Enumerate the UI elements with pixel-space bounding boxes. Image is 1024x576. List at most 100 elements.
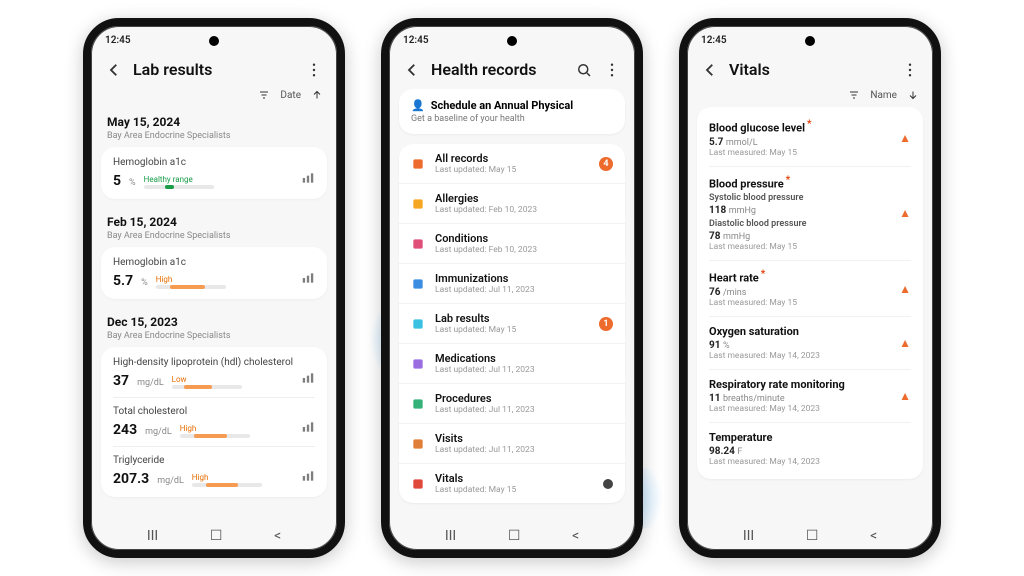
phone-vitals: 12:45 Vitals Name Blood glucose level*5.… bbox=[679, 18, 941, 558]
chart-icon[interactable] bbox=[297, 270, 315, 289]
nav-home-icon[interactable]: ☐ bbox=[210, 528, 223, 544]
status-time: 12:45 bbox=[701, 35, 727, 46]
record-name: Medications bbox=[435, 352, 613, 365]
back-icon[interactable] bbox=[403, 61, 421, 79]
more-icon[interactable] bbox=[603, 61, 621, 79]
sort-arrow-icon[interactable] bbox=[311, 89, 323, 101]
promo-card[interactable]: 👤Schedule an Annual Physical Get a basel… bbox=[399, 89, 625, 134]
record-item-all-records[interactable]: All recordsLast updated: May 154 bbox=[399, 144, 625, 184]
record-item-medications[interactable]: MedicationsLast updated: Jul 11, 2023 bbox=[399, 344, 625, 384]
record-name: Conditions bbox=[435, 232, 613, 245]
vital-heart-rate[interactable]: Heart rate*76 /minsLast measured: May 15… bbox=[709, 261, 911, 317]
record-item-immunizations[interactable]: ImmunizationsLast updated: Jul 11, 2023 bbox=[399, 264, 625, 304]
vital-respiratory-rate-monitoring[interactable]: Respiratory rate monitoring11 breaths/mi… bbox=[709, 370, 911, 423]
record-date: Last updated: May 15 bbox=[435, 325, 589, 335]
nav-home-icon[interactable]: ☐ bbox=[508, 528, 521, 544]
record-name: Allergies bbox=[435, 192, 613, 205]
more-icon[interactable] bbox=[305, 61, 323, 79]
record-badge: 4 bbox=[599, 157, 613, 171]
camera-hole bbox=[507, 36, 517, 46]
star-icon: * bbox=[786, 175, 791, 186]
warning-icon: ▲ bbox=[899, 131, 911, 145]
record-item-lab-results[interactable]: Lab resultsLast updated: May 151 bbox=[399, 304, 625, 344]
chart-icon[interactable] bbox=[297, 370, 315, 389]
header: Vitals bbox=[687, 54, 933, 89]
range-label: High bbox=[192, 473, 209, 482]
back-icon[interactable] bbox=[701, 61, 719, 79]
range-label: High bbox=[180, 424, 197, 433]
chart-icon[interactable] bbox=[297, 170, 315, 189]
vital-date: Last measured: May 14, 2023 bbox=[709, 404, 911, 414]
warning-icon: ▲ bbox=[899, 206, 911, 220]
sort-label[interactable]: Date bbox=[280, 90, 301, 101]
metric-value: 243 bbox=[113, 422, 137, 438]
lab-card[interactable]: Hemoglobin a1c5%Healthy range bbox=[101, 147, 327, 199]
back-icon[interactable] bbox=[105, 61, 123, 79]
record-name: Immunizations bbox=[435, 272, 613, 285]
record-item-vitals[interactable]: VitalsLast updated: May 15 bbox=[399, 464, 625, 503]
vitals-card: Blood glucose level*5.7 mmol/LLast measu… bbox=[697, 107, 923, 479]
vital-temperature[interactable]: Temperature98.24 FLast measured: May 14,… bbox=[709, 423, 911, 475]
vital-blood-pressure[interactable]: Blood pressure*Systolic blood pressure11… bbox=[709, 167, 911, 262]
page-title: Health records bbox=[431, 60, 565, 79]
record-icon bbox=[411, 277, 425, 291]
vital-oxygen-saturation[interactable]: Oxygen saturation91 %Last measured: May … bbox=[709, 317, 911, 370]
sort-row: Date bbox=[91, 89, 337, 107]
nav-recents-icon[interactable]: III bbox=[743, 528, 754, 544]
vital-value: 98.24 F bbox=[709, 446, 911, 457]
sort-label[interactable]: Name bbox=[870, 90, 897, 101]
record-icon bbox=[411, 317, 425, 331]
vital-date: Last measured: May 15 bbox=[709, 298, 911, 308]
lab-card[interactable]: Hemoglobin a1c5.7%High bbox=[101, 247, 327, 299]
filter-icon[interactable] bbox=[258, 89, 270, 101]
record-name: Vitals bbox=[435, 472, 593, 485]
record-dot bbox=[603, 479, 613, 489]
range-bar: High bbox=[156, 275, 289, 289]
lab-card[interactable]: High-density lipoprotein (hdl) cholester… bbox=[101, 347, 327, 497]
vital-blood-glucose-level[interactable]: Blood glucose level*5.7 mmol/LLast measu… bbox=[709, 111, 911, 167]
header: Health records bbox=[389, 54, 635, 89]
nav-home-icon[interactable]: ☐ bbox=[806, 528, 819, 544]
metric-unit: mg/dL bbox=[137, 378, 164, 388]
record-item-visits[interactable]: VisitsLast updated: Jul 11, 2023 bbox=[399, 424, 625, 464]
record-date: Last updated: Jul 11, 2023 bbox=[435, 445, 613, 455]
lab-body: May 15, 2024Bay Area Endocrine Specialis… bbox=[91, 107, 337, 511]
more-icon[interactable] bbox=[901, 61, 919, 79]
record-icon bbox=[411, 477, 425, 491]
search-icon[interactable] bbox=[575, 61, 593, 79]
record-name: Lab results bbox=[435, 312, 589, 325]
chart-icon[interactable] bbox=[297, 419, 315, 438]
vital-subline-label: Systolic blood pressure bbox=[709, 193, 911, 203]
sort-arrow-icon[interactable] bbox=[907, 89, 919, 101]
vital-name: Heart rate* bbox=[709, 269, 911, 285]
nav-back-icon[interactable]: < bbox=[870, 528, 877, 544]
phone-health-records: 12:45 Health records 👤Schedule an Annual… bbox=[381, 18, 643, 558]
page-title: Lab results bbox=[133, 60, 295, 79]
warning-icon: ▲ bbox=[899, 336, 911, 350]
record-item-procedures[interactable]: ProceduresLast updated: Jul 11, 2023 bbox=[399, 384, 625, 424]
record-date: Last updated: Jul 11, 2023 bbox=[435, 405, 613, 415]
nav-back-icon[interactable]: < bbox=[274, 528, 281, 544]
record-icon bbox=[411, 357, 425, 371]
metric-value: 5 bbox=[113, 173, 121, 189]
nav-recents-icon[interactable]: III bbox=[445, 528, 456, 544]
chart-icon[interactable] bbox=[297, 468, 315, 487]
record-name: Procedures bbox=[435, 392, 613, 405]
metric-unit: mg/dL bbox=[157, 476, 184, 486]
record-item-allergies[interactable]: AllergiesLast updated: Feb 10, 2023 bbox=[399, 184, 625, 224]
nav-bar: III ☐ < bbox=[91, 522, 337, 550]
vital-subline-value: 118 mmHg bbox=[709, 205, 911, 216]
record-item-conditions[interactable]: ConditionsLast updated: Feb 10, 2023 bbox=[399, 224, 625, 264]
vital-subline-label: Diastolic blood pressure bbox=[709, 219, 911, 229]
group-date: Feb 15, 2024 bbox=[101, 207, 327, 231]
metric-name: High-density lipoprotein (hdl) cholester… bbox=[113, 357, 315, 368]
metric-unit: % bbox=[141, 278, 148, 288]
metric-value: 5.7 bbox=[113, 273, 133, 289]
record-icon bbox=[411, 157, 425, 171]
group-source: Bay Area Endocrine Specialists bbox=[101, 231, 327, 247]
range-label: Healthy range bbox=[144, 175, 193, 184]
nav-back-icon[interactable]: < bbox=[572, 528, 579, 544]
filter-icon[interactable] bbox=[848, 89, 860, 101]
nav-recents-icon[interactable]: III bbox=[147, 528, 158, 544]
record-icon bbox=[411, 397, 425, 411]
